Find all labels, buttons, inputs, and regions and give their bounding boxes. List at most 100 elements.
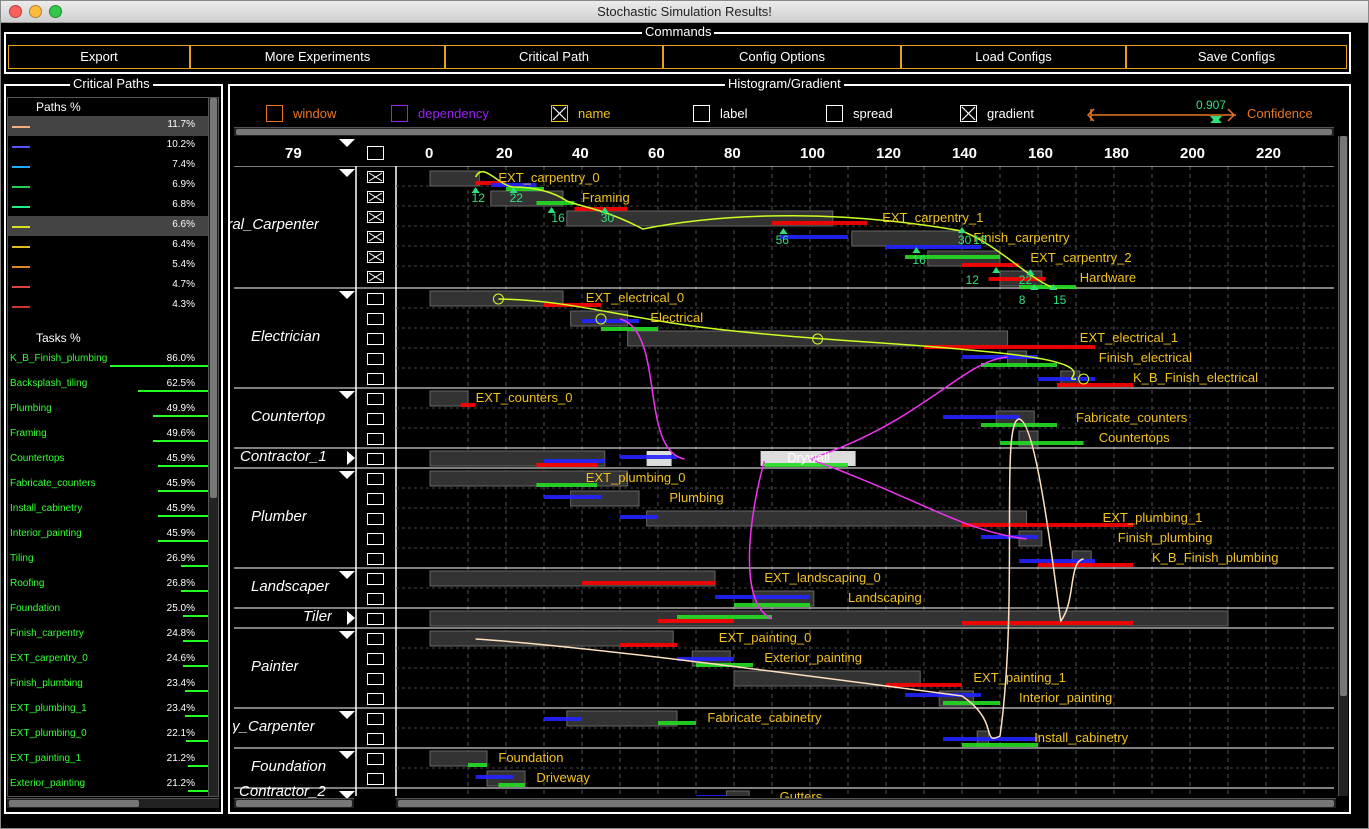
collapse-row-icon[interactable] bbox=[339, 631, 355, 639]
task-checkbox[interactable] bbox=[367, 231, 384, 243]
resource-row-label[interactable]: try_Carpenter bbox=[233, 718, 315, 735]
task-label[interactable]: Fabricate_counters bbox=[1076, 410, 1187, 425]
task-row[interactable]: Plumbing 49.9% bbox=[8, 401, 213, 426]
task-row[interactable]: EXT_plumbing_1 23.4% bbox=[8, 701, 213, 726]
task-checkbox[interactable] bbox=[367, 191, 384, 203]
task-row[interactable]: Finish_carpentry 24.8% bbox=[8, 626, 213, 651]
label-checkbox[interactable] bbox=[693, 105, 710, 122]
task-label[interactable]: Landscaping bbox=[848, 590, 922, 605]
task-label[interactable]: EXT_painting_1 bbox=[973, 670, 1066, 685]
task-label[interactable]: EXT_plumbing_0 bbox=[586, 470, 686, 485]
left-horizontal-scrollbar[interactable] bbox=[7, 798, 219, 808]
task-label[interactable]: EXT_electrical_1 bbox=[1080, 330, 1178, 345]
resource-row-label[interactable]: Painter bbox=[251, 658, 299, 675]
select-all-checkbox[interactable] bbox=[367, 146, 384, 160]
scroll-thumb[interactable] bbox=[9, 800, 139, 807]
expand-row-icon[interactable] bbox=[347, 611, 355, 625]
task-label[interactable]: Finish_carpentry bbox=[973, 230, 1069, 245]
window-checkbox[interactable] bbox=[266, 105, 283, 122]
path-row[interactable]: 4.7% bbox=[8, 276, 213, 296]
task-row[interactable]: EXT_plumbing_0 22.1% bbox=[8, 726, 213, 751]
task-checkbox[interactable] bbox=[367, 573, 384, 585]
gradient-checkbox[interactable] bbox=[960, 105, 977, 122]
task-checkbox[interactable] bbox=[367, 653, 384, 665]
label-horizontal-scrollbar[interactable] bbox=[234, 798, 354, 808]
left-vertical-scrollbar[interactable] bbox=[208, 98, 218, 796]
collapse-row-icon[interactable] bbox=[339, 291, 355, 299]
task-checkbox[interactable] bbox=[367, 613, 384, 625]
task-checkbox[interactable] bbox=[367, 333, 384, 345]
task-checkbox[interactable] bbox=[367, 513, 384, 525]
dependency-checkbox[interactable] bbox=[391, 105, 408, 122]
task-checkbox[interactable] bbox=[367, 353, 384, 365]
task-checkbox[interactable] bbox=[367, 733, 384, 745]
scroll-thumb[interactable] bbox=[236, 129, 1332, 135]
task-checkbox[interactable] bbox=[367, 553, 384, 565]
task-checkbox[interactable] bbox=[367, 171, 384, 183]
task-row[interactable]: EXT_painting_1 21.2% bbox=[8, 751, 213, 776]
collapse-row-icon[interactable] bbox=[339, 751, 355, 759]
scroll-thumb[interactable] bbox=[236, 800, 352, 807]
task-checkbox[interactable] bbox=[367, 673, 384, 685]
task-checkbox[interactable] bbox=[367, 773, 384, 785]
task-row[interactable]: Framing 49.6% bbox=[8, 426, 213, 451]
task-checkbox[interactable] bbox=[367, 493, 384, 505]
task-label[interactable]: Foundation bbox=[498, 750, 563, 765]
task-row[interactable]: Tiling 26.9% bbox=[8, 551, 213, 576]
task-bar[interactable] bbox=[725, 790, 750, 796]
task-checkbox[interactable] bbox=[367, 753, 384, 765]
scroll-thumb[interactable] bbox=[398, 800, 1334, 807]
task-label[interactable]: Electrical bbox=[650, 310, 703, 325]
task-label[interactable]: Interior_painting bbox=[1019, 690, 1112, 705]
task-label[interactable]: EXT_landscaping_0 bbox=[764, 570, 880, 585]
task-label[interactable]: Plumbing bbox=[669, 490, 723, 505]
task-bar[interactable] bbox=[429, 170, 480, 187]
path-row[interactable]: 7.4% bbox=[8, 156, 213, 176]
task-label[interactable]: Driveway bbox=[536, 770, 589, 785]
scroll-thumb[interactable] bbox=[210, 98, 217, 498]
task-row[interactable]: Backsplash_tiling 62.5% bbox=[8, 376, 213, 401]
collapse-all-icon[interactable] bbox=[339, 139, 355, 147]
scroll-thumb[interactable] bbox=[1340, 136, 1347, 696]
task-label[interactable]: Install_cabinetry bbox=[1034, 730, 1128, 745]
task-label[interactable]: EXT_plumbing_1 bbox=[1103, 510, 1203, 525]
task-label[interactable]: Drywall bbox=[787, 450, 830, 465]
path-row[interactable]: 4.3% bbox=[8, 296, 213, 316]
task-checkbox[interactable] bbox=[367, 373, 384, 385]
task-checkbox[interactable] bbox=[367, 473, 384, 485]
load-configs-button[interactable]: Load Configs bbox=[901, 45, 1126, 69]
resource-row-label[interactable]: eral_Carpenter bbox=[229, 216, 319, 233]
collapse-row-icon[interactable] bbox=[339, 391, 355, 399]
collapse-row-icon[interactable] bbox=[339, 169, 355, 177]
task-label[interactable]: Finish_electrical bbox=[1099, 350, 1192, 365]
resource-row-label[interactable]: Landscaper bbox=[251, 578, 329, 595]
chart-horizontal-scrollbar[interactable] bbox=[396, 798, 1336, 808]
expand-row-icon[interactable] bbox=[347, 451, 355, 465]
task-checkbox[interactable] bbox=[367, 271, 384, 283]
critical-path-button[interactable]: Critical Path bbox=[445, 45, 663, 69]
task-label[interactable]: EXT_electrical_0 bbox=[586, 290, 684, 305]
task-label[interactable]: EXT_carpentry_2 bbox=[1030, 250, 1131, 265]
export-button[interactable]: Export bbox=[8, 45, 190, 69]
collapse-row-icon[interactable] bbox=[339, 711, 355, 719]
task-row[interactable]: Finish_plumbing 23.4% bbox=[8, 676, 213, 701]
task-row[interactable]: Interior_painting 45.9% bbox=[8, 526, 213, 551]
path-row[interactable]: 10.2% bbox=[8, 136, 213, 156]
path-row[interactable]: 6.8% bbox=[8, 196, 213, 216]
task-label[interactable]: Framing bbox=[582, 190, 630, 205]
task-checkbox[interactable] bbox=[367, 393, 384, 405]
task-checkbox[interactable] bbox=[367, 713, 384, 725]
task-label[interactable]: Hardware bbox=[1080, 270, 1136, 285]
path-row[interactable]: 6.6% bbox=[8, 216, 213, 236]
task-checkbox[interactable] bbox=[367, 693, 384, 705]
task-label[interactable]: EXT_carpentry_0 bbox=[498, 170, 599, 185]
path-row[interactable]: 11.7% bbox=[8, 116, 213, 136]
task-checkbox[interactable] bbox=[367, 211, 384, 223]
save-configs-button[interactable]: Save Configs bbox=[1126, 45, 1347, 69]
task-checkbox[interactable] bbox=[367, 633, 384, 645]
resource-row-label[interactable]: Electrician bbox=[251, 328, 320, 345]
task-label[interactable]: K_B_Finish_plumbing bbox=[1152, 550, 1278, 565]
path-row[interactable]: 6.4% bbox=[8, 236, 213, 256]
task-checkbox[interactable] bbox=[367, 533, 384, 545]
task-checkbox[interactable] bbox=[367, 313, 384, 325]
